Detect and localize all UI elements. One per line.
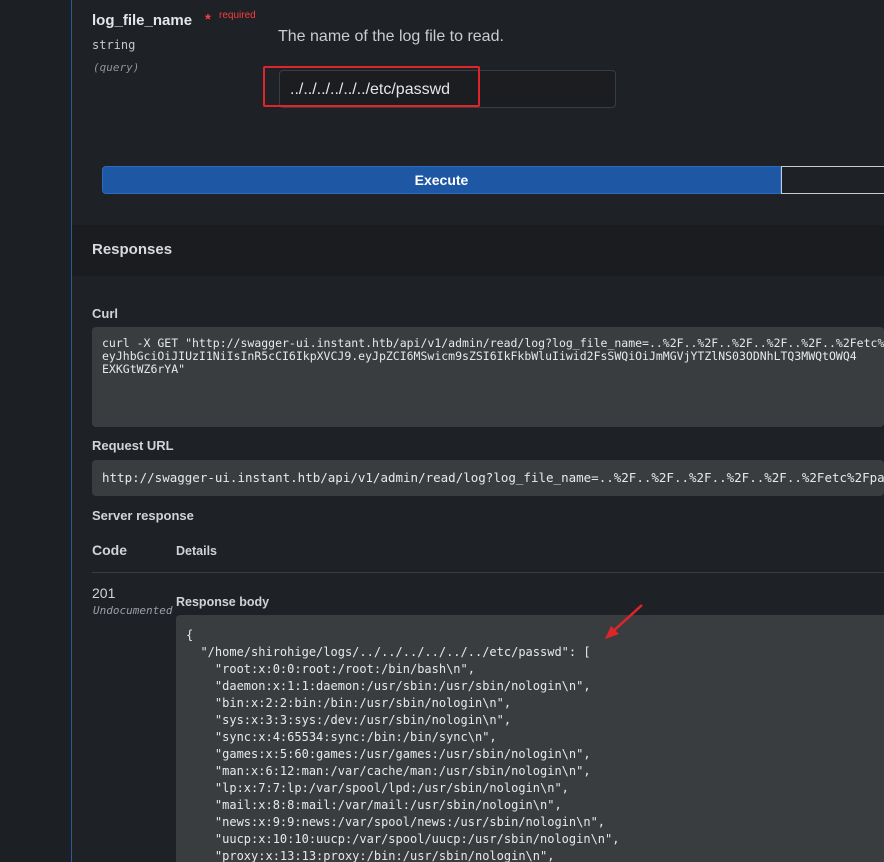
annotation-highlight-box (263, 66, 480, 107)
parameter-type: string (92, 38, 136, 52)
body-line: "daemon:x:1:1:daemon:/usr/sbin:/usr/sbin… (186, 679, 591, 693)
clear-button[interactable] (781, 166, 884, 194)
annotation-arrow-icon (605, 604, 643, 639)
body-line: "lp:x:7:7:lp:/var/spool/lpd:/usr/sbin/no… (186, 781, 569, 795)
body-line: "sync:x:4:65534:sync:/bin:/bin/sync\n", (186, 730, 497, 744)
response-body-label: Response body (176, 595, 270, 609)
body-line: "root:x:0:0:root:/root:/bin/bash\n", (186, 662, 475, 676)
required-star: * (205, 11, 211, 28)
body-line: "proxy:x:13:13:proxy:/bin:/usr/sbin/nolo… (186, 849, 555, 862)
responses-header-bar (72, 225, 884, 276)
request-url-value: http://swagger-ui.instant.htb/api/v1/adm… (102, 470, 884, 485)
responses-title: Responses (92, 241, 173, 258)
curl-line: eyJhbGciOiJIUzI1NiIsInR5cCI6IkpXVCJ9.eyJ… (102, 349, 857, 363)
body-line: "uucp:x:10:10:uucp:/var/spool/uucp:/usr/… (186, 832, 620, 846)
server-response-label: Server response (92, 508, 194, 523)
request-url-box[interactable]: http://swagger-ui.instant.htb/api/v1/adm… (92, 460, 884, 496)
body-line: "games:x:5:60:games:/usr/games:/usr/sbin… (186, 747, 591, 761)
body-line: "sys:x:3:3:sys:/dev:/usr/sbin/nologin\n"… (186, 713, 512, 727)
parameter-name: log_file_name (92, 12, 193, 29)
curl-line: EXKGtWZ6rYA" (102, 362, 186, 376)
table-divider (92, 572, 884, 573)
response-code-note: Undocumented (93, 604, 173, 617)
body-line: "news:x:9:9:news:/var/spool/news:/usr/sb… (186, 815, 606, 829)
response-body-box[interactable]: { "/home/shirohige/logs/../../../../../.… (176, 615, 884, 862)
parameter-description: The name of the log file to read. (278, 28, 504, 45)
parameter-location: (query) (93, 61, 140, 74)
body-line: "/home/shirohige/logs/../../../../../../… (186, 645, 591, 659)
body-line: "mail:x:8:8:mail:/var/mail:/usr/sbin/nol… (186, 798, 562, 812)
execute-button[interactable]: Execute (102, 166, 781, 194)
body-line: "bin:x:2:2:bin:/bin:/usr/sbin/nologin\n"… (186, 696, 512, 710)
request-url-label: Request URL (92, 438, 174, 453)
required-label: required (219, 10, 256, 21)
code-column-header: Code (92, 542, 127, 558)
details-column-header: Details (176, 544, 217, 558)
left-sidebar-strip (0, 0, 71, 862)
response-code: 201 (92, 585, 116, 601)
body-line: { (186, 628, 194, 642)
curl-command-box[interactable]: curl -X GET "http://swagger-ui.instant.h… (92, 327, 884, 427)
curl-label: Curl (92, 306, 118, 321)
body-line: "man:x:6:12:man:/var/cache/man:/usr/sbin… (186, 764, 591, 778)
